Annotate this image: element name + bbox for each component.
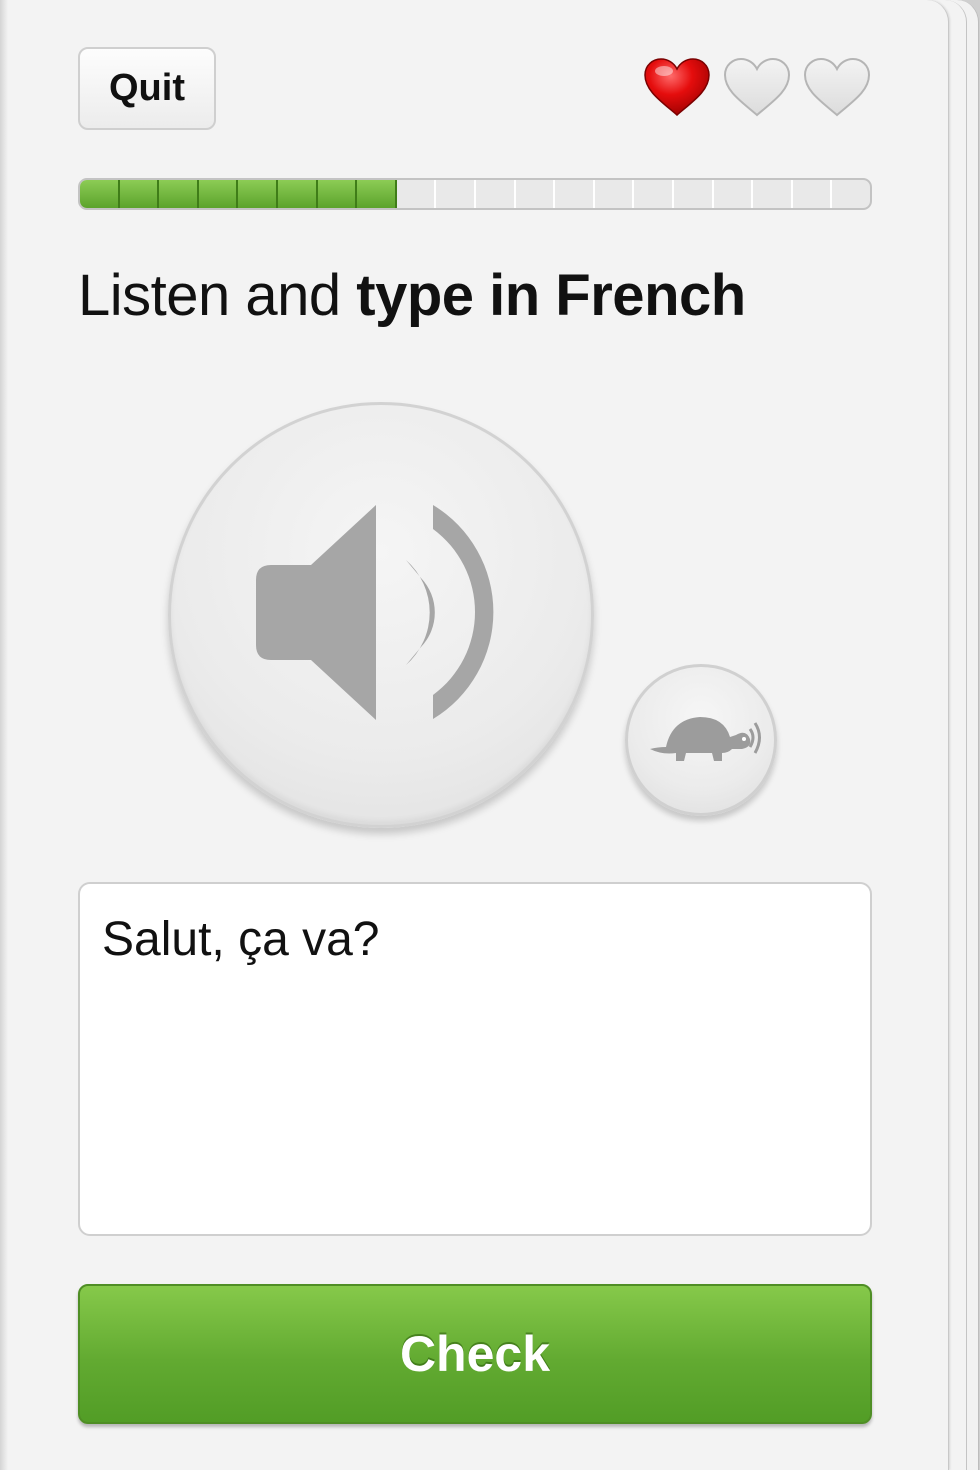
answer-input[interactable]: Salut, ça va?	[78, 882, 872, 1236]
progress-segment-filled	[277, 180, 318, 208]
instruction-bold: type in French	[356, 263, 746, 328]
progress-segment-empty	[714, 180, 754, 208]
progress-segment-filled	[317, 180, 358, 208]
heart-full-icon	[644, 58, 710, 116]
speaker-icon	[256, 505, 494, 720]
progress-segment-empty	[595, 180, 635, 208]
card-edge	[0, 0, 8, 1470]
progress-segment-empty	[753, 180, 793, 208]
progress-segment-empty	[674, 180, 714, 208]
lives-indicator	[642, 56, 874, 120]
turtle-icon	[650, 717, 761, 761]
progress-segment-empty	[516, 180, 556, 208]
lesson-card: Quit Listen and type in French Salut, ça…	[0, 0, 949, 1470]
progress-segment-filled	[80, 180, 120, 208]
progress-segment-empty	[436, 180, 476, 208]
progress-segment-empty	[793, 180, 833, 208]
progress-segment-filled	[238, 180, 278, 208]
progress-segment-filled	[159, 180, 199, 208]
quit-button[interactable]: Quit	[78, 47, 216, 130]
page-stack: Quit Listen and type in French Salut, ça…	[0, 0, 980, 1470]
progress-segment-empty	[832, 180, 870, 208]
instruction-normal: Listen and	[78, 263, 357, 328]
progress-segment-empty	[397, 180, 437, 208]
play-audio-button[interactable]	[168, 402, 594, 828]
heart-empty-icon	[803, 57, 871, 117]
slow-audio-button[interactable]	[625, 664, 777, 816]
progress-segment-empty	[555, 180, 595, 208]
lesson-progress-bar	[78, 178, 872, 210]
heart-empty-icon	[723, 57, 791, 117]
check-button[interactable]: Check	[78, 1284, 872, 1424]
progress-segment-filled	[119, 180, 160, 208]
instruction-text: Listen and type in French	[78, 262, 938, 329]
progress-segment-empty	[634, 180, 674, 208]
progress-segment-filled	[198, 180, 239, 208]
progress-segment-filled	[357, 180, 397, 208]
progress-segment-empty	[476, 180, 516, 208]
